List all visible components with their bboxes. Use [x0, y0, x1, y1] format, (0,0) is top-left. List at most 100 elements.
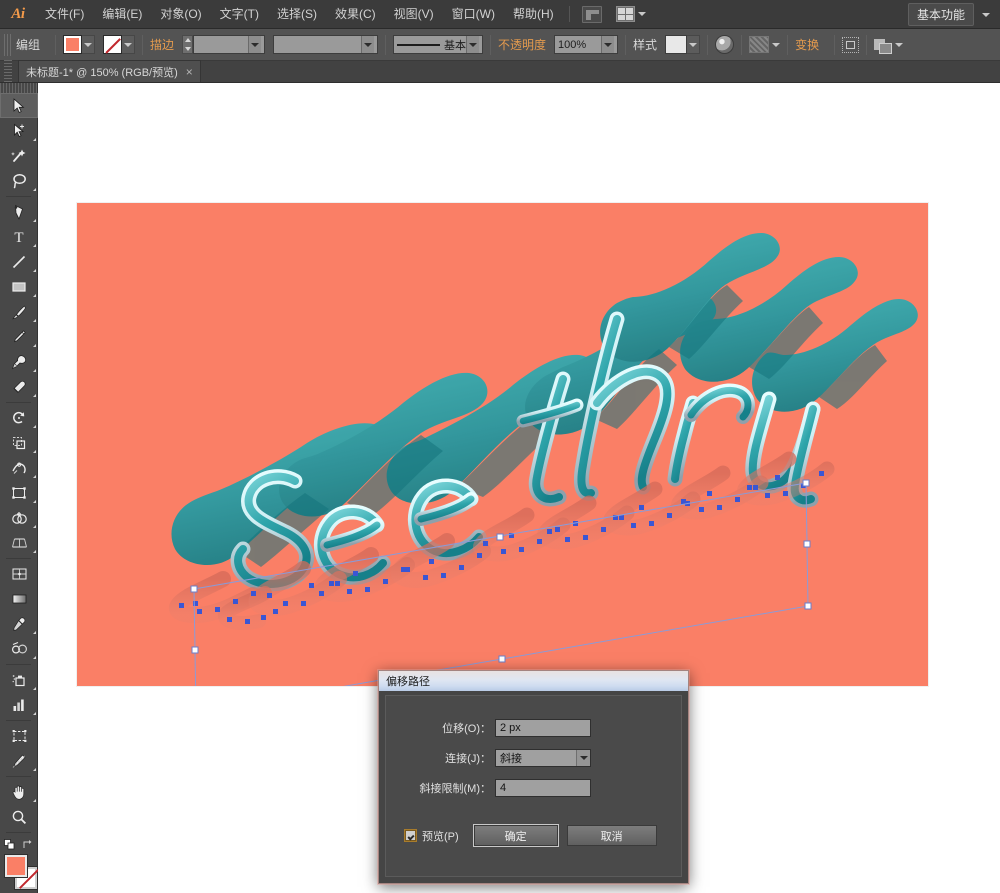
menu-type[interactable]: 文字(T): [211, 0, 268, 29]
blob-brush-tool[interactable]: [0, 349, 38, 374]
document-tab[interactable]: 未标题-1* @ 150% (RGB/预览) ×: [18, 60, 201, 82]
artboard-tool[interactable]: [0, 723, 38, 748]
tab-bar-grip[interactable]: [4, 60, 12, 82]
divider: [866, 34, 868, 55]
width-tool[interactable]: [0, 455, 38, 480]
stroke-profile-select[interactable]: [273, 35, 379, 54]
rectangle-tool[interactable]: [0, 274, 38, 299]
divider: [385, 34, 387, 55]
fill-stroke-indicator[interactable]: [0, 853, 38, 893]
document-tab-title: 未标题-1* @ 150% (RGB/预览): [26, 66, 178, 79]
column-graph-tool[interactable]: [0, 692, 38, 717]
lasso-tool[interactable]: [0, 168, 38, 193]
mesh-tool[interactable]: [0, 561, 38, 586]
chevron-down-icon: [772, 42, 781, 47]
magic-wand-tool[interactable]: [0, 143, 38, 168]
miter-limit-input[interactable]: 4: [495, 779, 591, 797]
ok-button[interactable]: 确定: [473, 825, 558, 846]
selection-tool[interactable]: [0, 93, 38, 118]
preview-checkbox[interactable]: [405, 830, 416, 841]
chevron-down-icon[interactable]: [361, 36, 375, 53]
direct-selection-tool[interactable]: [0, 118, 38, 143]
graphic-style-select[interactable]: [665, 35, 701, 54]
menu-object[interactable]: 对象(O): [151, 0, 210, 29]
selection-type-label: 编组: [16, 38, 41, 52]
close-icon[interactable]: ×: [186, 66, 193, 78]
chevron-down-icon[interactable]: [576, 750, 590, 766]
stroke-weight-label[interactable]: 描边: [150, 36, 174, 53]
menu-help[interactable]: 帮助(H): [504, 0, 563, 29]
transform-label[interactable]: 变换: [795, 36, 819, 53]
chevron-down-icon: [637, 12, 646, 16]
gradient-tool[interactable]: [0, 586, 38, 611]
control-bar-grip[interactable]: [4, 33, 11, 56]
eraser-tool[interactable]: [0, 374, 38, 399]
tools-panel-grip[interactable]: [0, 83, 37, 93]
divider: [707, 34, 709, 55]
stroke-weight-stepper[interactable]: [182, 35, 194, 54]
fill-swatch[interactable]: [63, 35, 83, 54]
cancel-button[interactable]: 取消: [566, 825, 657, 846]
menu-select[interactable]: 选择(S): [268, 0, 326, 29]
zoom-tool[interactable]: [0, 804, 38, 829]
rotate-tool[interactable]: [0, 405, 38, 430]
line-segment-tool[interactable]: [0, 249, 38, 274]
fill-swatch-dropdown[interactable]: [82, 35, 96, 54]
workspace-label: 基本功能: [907, 3, 974, 26]
slice-tool[interactable]: [0, 748, 38, 773]
default-fill-stroke-icon[interactable]: [3, 839, 16, 851]
menu-view[interactable]: 视图(V): [385, 0, 443, 29]
bridge-icon[interactable]: [581, 5, 602, 23]
paintbrush-tool[interactable]: [0, 299, 38, 324]
menu-window[interactable]: 窗口(W): [443, 0, 504, 29]
stroke-swatch-dropdown[interactable]: [122, 35, 136, 54]
menu-effect[interactable]: 效果(C): [326, 0, 385, 29]
opacity-input[interactable]: 100%: [554, 35, 619, 54]
align-icon[interactable]: [842, 36, 860, 53]
artwork-see-thru[interactable]: [77, 203, 928, 686]
offset-input[interactable]: 2 px: [495, 719, 591, 737]
brush-name: 基本: [444, 39, 467, 52]
shape-builder-tool[interactable]: [0, 505, 38, 530]
control-bar: 编组 描边 基本 不透明度 100% 样式 变换: [0, 29, 1000, 61]
brush-definition-select[interactable]: 基本: [393, 35, 484, 54]
artboard[interactable]: [77, 203, 928, 686]
joins-select[interactable]: 斜接: [495, 749, 591, 767]
style-label: 样式: [633, 38, 658, 52]
blend-tool[interactable]: [0, 636, 38, 661]
dialog-title-bar[interactable]: 偏移路径: [379, 671, 688, 691]
opacity-label[interactable]: 不透明度: [498, 36, 546, 53]
menu-file[interactable]: 文件(F): [36, 0, 93, 29]
stroke-swatch[interactable]: [103, 35, 123, 54]
symbol-sprayer-tool[interactable]: [0, 667, 38, 692]
chevron-down-icon[interactable]: [466, 36, 480, 53]
arrange-documents-icon: [615, 6, 635, 22]
type-tool[interactable]: T: [0, 224, 38, 249]
stroke-weight-input[interactable]: [193, 35, 266, 54]
pencil-tool[interactable]: [0, 324, 38, 349]
scale-tool[interactable]: [0, 430, 38, 455]
menu-bar: Ai 文件(F) 编辑(E) 对象(O) 文字(T) 选择(S) 效果(C) 视…: [0, 0, 1000, 29]
swap-fill-stroke-icon[interactable]: [22, 839, 34, 851]
perspective-grid-tool[interactable]: [0, 530, 38, 555]
hand-tool[interactable]: [0, 779, 38, 804]
fill-indicator[interactable]: [4, 854, 28, 878]
stroke-color-control[interactable]: [103, 35, 136, 54]
free-transform-tool[interactable]: [0, 480, 38, 505]
chevron-down-icon[interactable]: [601, 36, 615, 53]
chevron-down-icon[interactable]: [687, 35, 701, 54]
offset-path-dialog[interactable]: 偏移路径 位移(O)： 2 px 连接(J)： 斜接 斜接限制(M)： 4 预览…: [377, 669, 690, 885]
eyedropper-tool[interactable]: [0, 611, 38, 636]
fill-swatch-color: [66, 38, 80, 51]
menu-edit[interactable]: 编辑(E): [93, 0, 151, 29]
dialog-body: 位移(O)： 2 px 连接(J)： 斜接 斜接限制(M)： 4 预览(P) 确…: [385, 695, 682, 877]
recolor-artwork-button[interactable]: [749, 36, 781, 53]
pen-tool[interactable]: [0, 199, 38, 224]
chevron-down-icon[interactable]: [248, 36, 262, 53]
arrange-button[interactable]: [874, 37, 904, 54]
opacity-appearance-icon[interactable]: [715, 35, 735, 54]
arrange-documents-button[interactable]: [615, 6, 646, 22]
fill-color-control[interactable]: [63, 35, 96, 54]
workspace-switcher[interactable]: 基本功能: [907, 0, 990, 29]
chevron-down-icon: [982, 12, 990, 17]
